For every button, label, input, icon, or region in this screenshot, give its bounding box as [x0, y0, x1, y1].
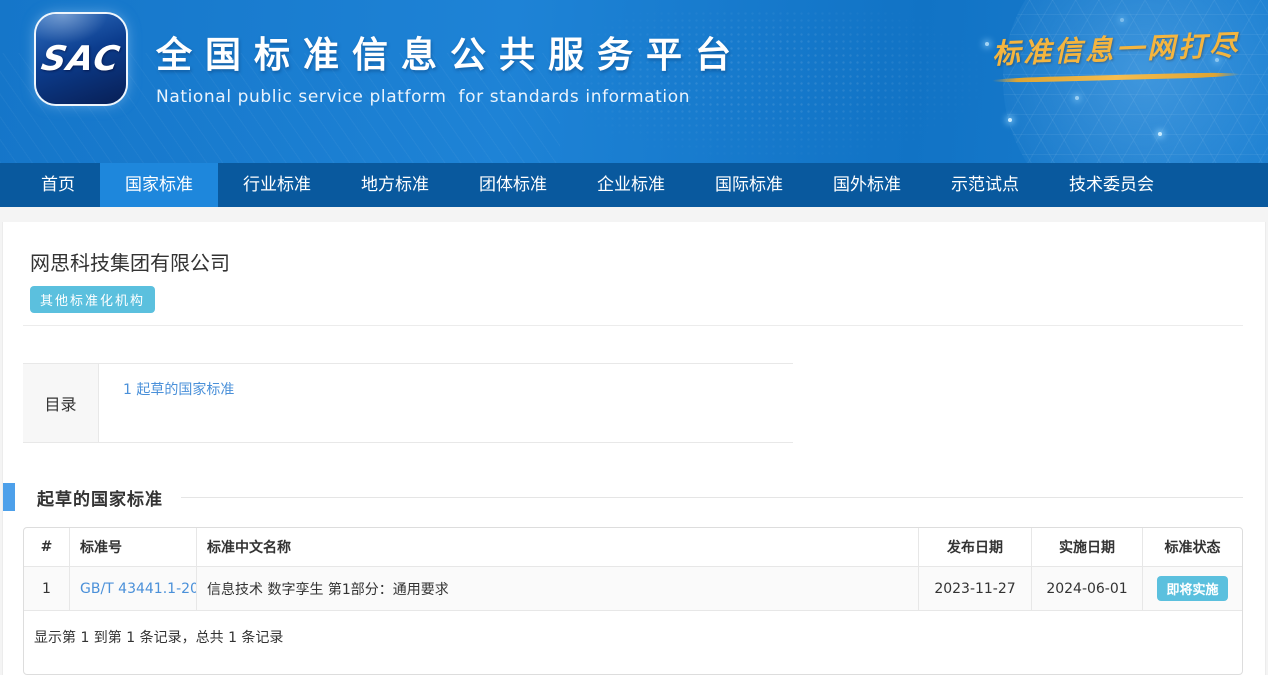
cell-standard-name: 信息技术 数字孪生 第1部分：通用要求 — [197, 567, 919, 611]
divider-line — [23, 325, 1243, 326]
cell-standard-code: GB/T 43441.1-2023 — [70, 567, 197, 611]
site-header: SAC 全国标准信息公共服务平台 National public service… — [0, 0, 1268, 163]
standards-table-card: # 标准号 标准中文名称 发布日期 实施日期 标准状态 1 GB/T 43441… — [23, 527, 1243, 675]
sac-logo-text: SAC — [39, 39, 124, 79]
col-header-implement-date: 实施日期 — [1032, 528, 1143, 567]
decor-glow-dot — [1008, 118, 1012, 122]
site-subtitle: National public service platform for sta… — [156, 87, 744, 107]
toc-box: 目录 1 起草的国家标准 — [23, 363, 793, 443]
section-rule — [181, 497, 1243, 498]
col-header-publish-date: 发布日期 — [919, 528, 1032, 567]
decor-glow-dot — [1075, 96, 1079, 100]
org-name: 网思科技集团有限公司 — [30, 247, 1265, 276]
page: SAC 全国标准信息公共服务平台 National public service… — [0, 0, 1268, 675]
nav-item-technical-committees[interactable]: 技术委员会 — [1044, 163, 1179, 207]
org-type-badge: 其他标准化机构 — [30, 286, 155, 313]
cell-index: 1 — [24, 567, 70, 611]
col-header-standard-name: 标准中文名称 — [197, 528, 919, 567]
col-header-standard-code: 标准号 — [70, 528, 197, 567]
site-title: 全国标准信息公共服务平台 — [156, 26, 744, 78]
table-header-row: # 标准号 标准中文名称 发布日期 实施日期 标准状态 — [24, 528, 1243, 567]
nav-item-national-standards[interactable]: 国家标准 — [100, 163, 218, 207]
toc-label: 目录 — [23, 364, 99, 442]
nav-item-home[interactable]: 首页 — [16, 163, 100, 207]
col-header-index: # — [24, 528, 70, 567]
toc-link-drafted-national-standards[interactable]: 1 起草的国家标准 — [123, 382, 234, 398]
sac-logo[interactable]: SAC — [36, 14, 126, 104]
standards-table: # 标准号 标准中文名称 发布日期 实施日期 标准状态 1 GB/T 43441… — [23, 527, 1243, 611]
slogan-text: 标准信息一网打尽 — [991, 24, 1240, 73]
nav-shadow-band — [0, 207, 1268, 222]
table-row: 1 GB/T 43441.1-2023 信息技术 数字孪生 第1部分：通用要求 … — [24, 567, 1243, 611]
standard-code-link[interactable]: GB/T 43441.1-2023 — [80, 581, 197, 597]
nav-item-foreign-standards[interactable]: 国外标准 — [808, 163, 926, 207]
decor-glow-dot — [1158, 132, 1162, 136]
cell-publish-date: 2023-11-27 — [919, 567, 1032, 611]
decor-glow-dot — [985, 42, 989, 46]
nav-item-local-standards[interactable]: 地方标准 — [336, 163, 454, 207]
status-badge: 即将实施 — [1157, 576, 1227, 601]
col-header-status: 标准状态 — [1143, 528, 1243, 567]
nav-item-industry-standards[interactable]: 行业标准 — [218, 163, 336, 207]
section-marker — [3, 483, 15, 511]
cell-implement-date: 2024-06-01 — [1032, 567, 1143, 611]
slogan: 标准信息一网打尽 — [992, 28, 1240, 80]
nav-item-enterprise-standards[interactable]: 企业标准 — [572, 163, 690, 207]
toc-body: 1 起草的国家标准 — [99, 364, 793, 442]
cell-status: 即将实施 — [1143, 567, 1243, 611]
nav-item-pilot-demonstration[interactable]: 示范试点 — [926, 163, 1044, 207]
section-header: 起草的国家标准 — [3, 483, 1265, 511]
pagination-summary: 显示第 1 到第 1 条记录，总共 1 条记录 — [24, 611, 1242, 674]
content-area: 网思科技集团有限公司 其他标准化机构 目录 1 起草的国家标准 起草的国家标准 — [2, 222, 1266, 675]
section-title: 起草的国家标准 — [37, 485, 163, 510]
main-nav: 首页 国家标准 行业标准 地方标准 团体标准 企业标准 国际标准 国外标准 示范… — [0, 163, 1268, 207]
decor-glow-dot — [1120, 18, 1124, 22]
nav-item-international-standards[interactable]: 国际标准 — [690, 163, 808, 207]
nav-item-group-standards[interactable]: 团体标准 — [454, 163, 572, 207]
site-titles: 全国标准信息公共服务平台 National public service pla… — [156, 26, 744, 107]
